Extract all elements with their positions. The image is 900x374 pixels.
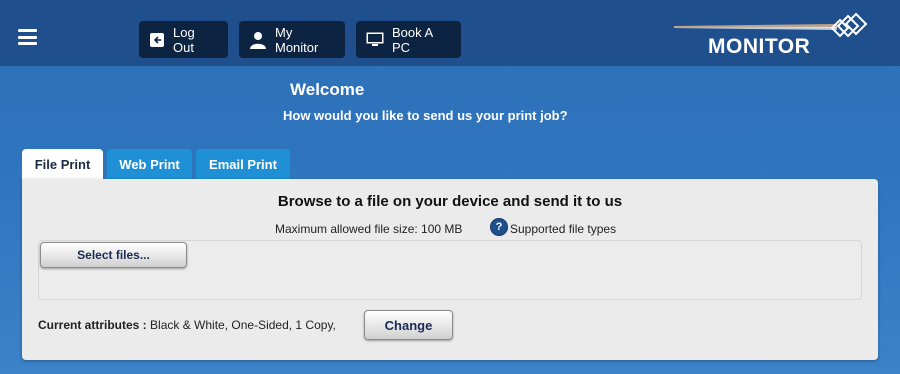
- supported-file-types-link[interactable]: Supported file types: [510, 222, 616, 236]
- top-bar: Log Out My Monitor Book A PC MONITOR: [0, 0, 900, 66]
- tab-web-print[interactable]: Web Print: [107, 149, 192, 179]
- tab-email-print[interactable]: Email Print: [196, 149, 290, 179]
- attributes-value: Black & White, One-Sided, 1 Copy,: [150, 318, 336, 332]
- logout-label: Log Out: [173, 24, 195, 55]
- my-monitor-label: My Monitor: [275, 24, 319, 55]
- select-files-button[interactable]: Select files...: [40, 242, 187, 268]
- welcome-heading: Welcome: [290, 80, 365, 99]
- change-attributes-button[interactable]: Change: [364, 310, 453, 340]
- current-attributes: Current attributes : Black & White, One-…: [38, 318, 336, 332]
- monitor-icon: [366, 32, 384, 47]
- logout-button[interactable]: Log Out: [139, 21, 228, 58]
- monitor-logo: MONITOR: [672, 12, 877, 62]
- file-print-panel: Browse to a file on your device and send…: [22, 179, 878, 360]
- panel-title: Browse to a file on your device and send…: [277, 193, 623, 210]
- help-icon[interactable]: ?: [490, 218, 508, 236]
- book-pc-button[interactable]: Book A PC: [356, 21, 461, 58]
- my-monitor-button[interactable]: My Monitor: [239, 21, 345, 58]
- book-pc-label: Book A PC: [392, 24, 433, 55]
- user-icon: [249, 31, 267, 49]
- logout-icon: [149, 32, 165, 48]
- hamburger-menu-icon[interactable]: [18, 29, 37, 45]
- logo-text: MONITOR: [708, 35, 811, 58]
- tab-file-print[interactable]: File Print: [22, 149, 103, 179]
- max-file-size-text: Maximum allowed file size: 100 MB: [275, 222, 463, 236]
- subtitle-text: How would you like to send us your print…: [283, 108, 568, 123]
- attributes-label: Current attributes :: [38, 318, 147, 332]
